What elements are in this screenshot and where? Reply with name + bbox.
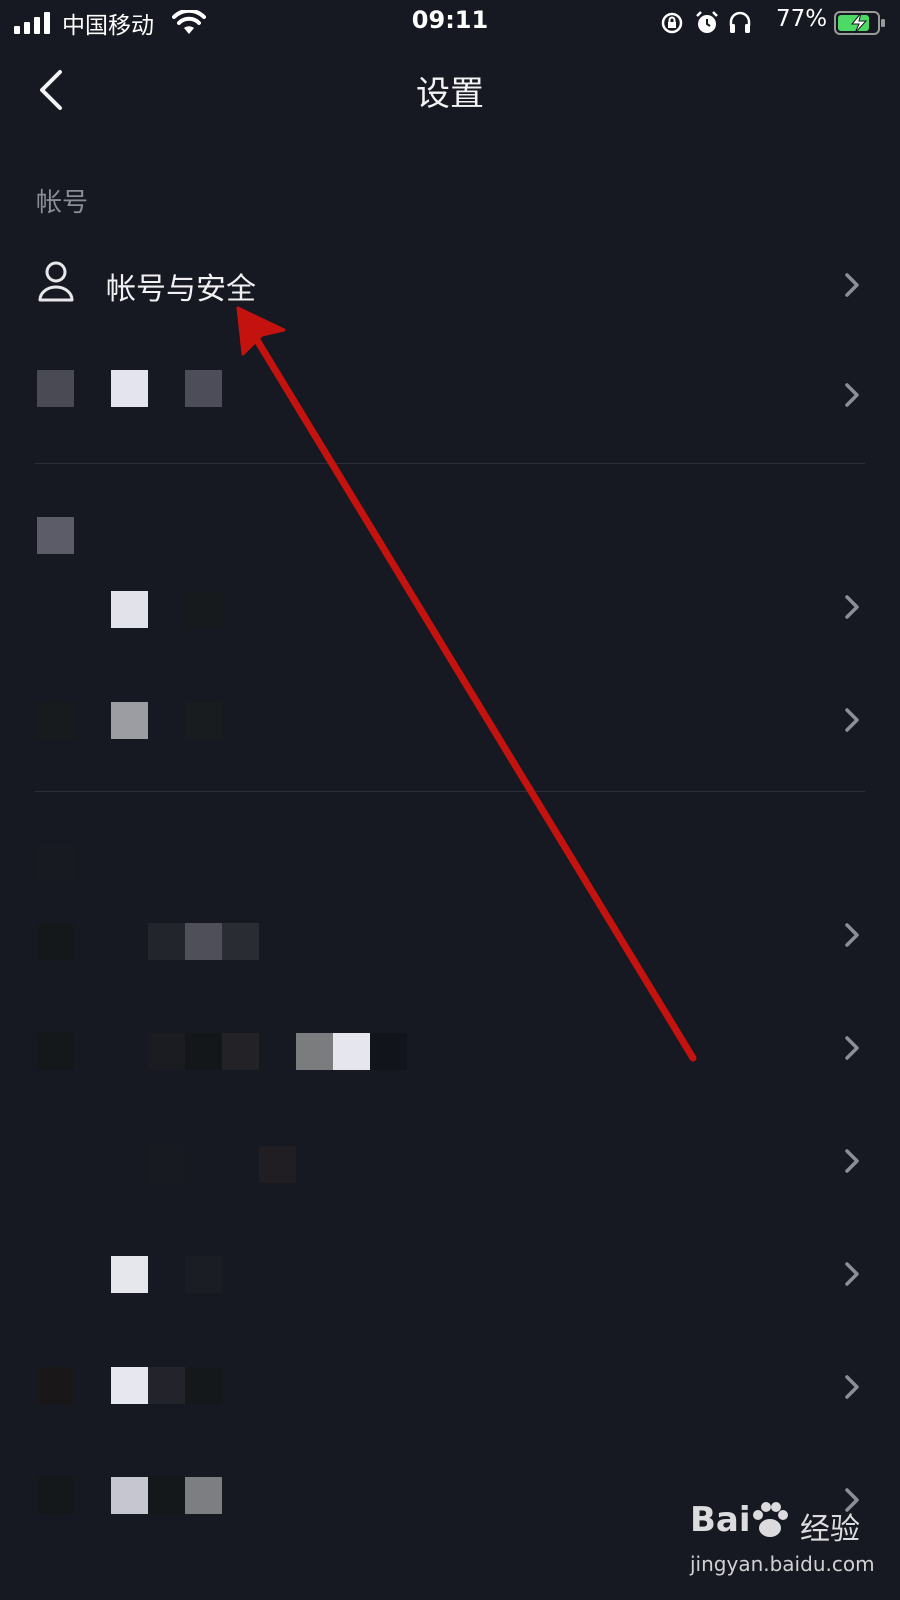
annotation-arrow bbox=[236, 306, 697, 1062]
paw-icon bbox=[753, 1502, 788, 1537]
watermark-url: jingyan.baidu.com bbox=[690, 1552, 875, 1576]
watermark-logo: Bai bbox=[690, 1500, 751, 1540]
watermark-cn: 经验 bbox=[800, 1512, 860, 1547]
